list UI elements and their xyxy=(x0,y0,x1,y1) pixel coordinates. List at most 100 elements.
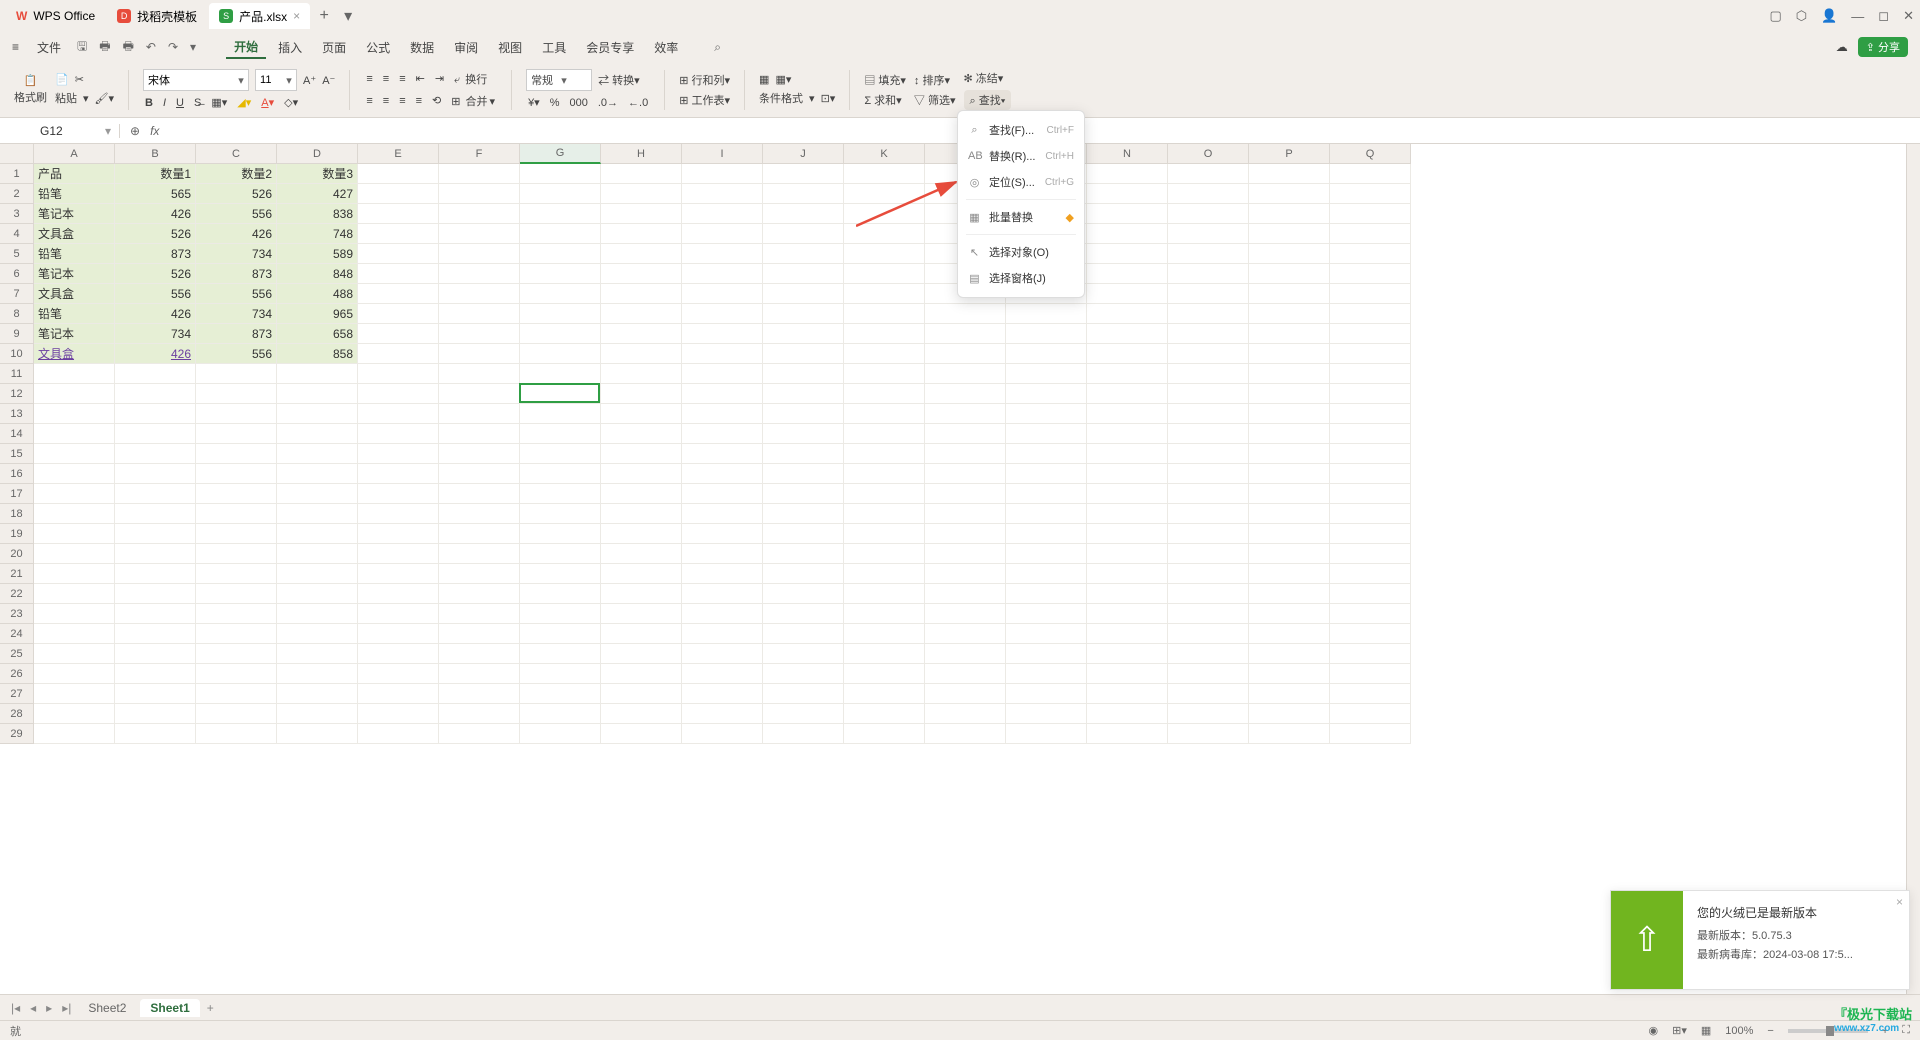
cell[interactable] xyxy=(358,164,439,184)
cell[interactable] xyxy=(763,444,844,464)
cell[interactable] xyxy=(1330,224,1411,244)
cell[interactable] xyxy=(844,604,925,624)
cell[interactable] xyxy=(601,264,682,284)
cell[interactable] xyxy=(1087,424,1168,444)
cell[interactable] xyxy=(277,564,358,584)
cell[interactable] xyxy=(601,224,682,244)
cell[interactable] xyxy=(844,384,925,404)
cell[interactable] xyxy=(601,524,682,544)
cell[interactable] xyxy=(277,724,358,744)
border-button[interactable]: ▦▾ xyxy=(209,95,229,110)
rowcol-button[interactable]: ⊞ 行和列▾ xyxy=(679,72,730,88)
cell[interactable] xyxy=(682,464,763,484)
minimize-icon[interactable]: — xyxy=(1851,9,1864,24)
cell[interactable] xyxy=(1168,484,1249,504)
cell[interactable] xyxy=(1168,164,1249,184)
cell[interactable] xyxy=(1087,684,1168,704)
cell[interactable] xyxy=(520,244,601,264)
cell[interactable] xyxy=(1330,624,1411,644)
cell[interactable] xyxy=(520,344,601,364)
cell[interactable] xyxy=(763,384,844,404)
cell[interactable] xyxy=(1168,404,1249,424)
cell[interactable] xyxy=(358,584,439,604)
cell[interactable] xyxy=(196,444,277,464)
cell[interactable] xyxy=(1006,484,1087,504)
tab-view[interactable]: 视图 xyxy=(490,37,530,58)
user-avatar-icon[interactable]: 👤 xyxy=(1821,8,1837,24)
cell[interactable] xyxy=(682,384,763,404)
indent-decrease-icon[interactable]: ⇤ xyxy=(414,71,427,86)
column-header[interactable]: G xyxy=(520,144,601,164)
cell[interactable] xyxy=(1006,384,1087,404)
sum-button[interactable]: Σ 求和▾ xyxy=(864,92,906,108)
cell[interactable] xyxy=(196,724,277,744)
column-header[interactable]: Q xyxy=(1330,144,1411,164)
cell[interactable] xyxy=(925,304,1006,324)
save-icon[interactable]: 🖫 xyxy=(73,35,91,60)
row-header[interactable]: 13 xyxy=(0,404,34,424)
cell[interactable] xyxy=(682,444,763,464)
cell[interactable] xyxy=(601,384,682,404)
cell[interactable] xyxy=(844,184,925,204)
chevron-down-icon[interactable]: ▾ xyxy=(282,74,296,87)
cell[interactable] xyxy=(1168,464,1249,484)
cell[interactable] xyxy=(1249,544,1330,564)
zoom-level[interactable]: 100% xyxy=(1725,1025,1753,1037)
cell[interactable] xyxy=(1087,244,1168,264)
cell[interactable] xyxy=(34,724,115,744)
cell[interactable] xyxy=(1006,564,1087,584)
cell[interactable] xyxy=(520,364,601,384)
column-header[interactable]: B xyxy=(115,144,196,164)
cell[interactable] xyxy=(1006,444,1087,464)
cell[interactable] xyxy=(1168,264,1249,284)
freeze-button[interactable]: ✻ 冻结▾ xyxy=(964,70,1012,86)
cell[interactable] xyxy=(601,184,682,204)
cell[interactable]: 文具盒 xyxy=(34,284,115,304)
cell[interactable] xyxy=(763,244,844,264)
cell[interactable] xyxy=(439,564,520,584)
cell[interactable] xyxy=(1087,164,1168,184)
cell[interactable] xyxy=(1330,664,1411,684)
cell[interactable] xyxy=(358,304,439,324)
cell[interactable] xyxy=(196,604,277,624)
cell[interactable] xyxy=(1168,244,1249,264)
row-header[interactable]: 6 xyxy=(0,264,34,284)
cell[interactable]: 铅笔 xyxy=(34,184,115,204)
column-header[interactable]: J xyxy=(763,144,844,164)
cell[interactable] xyxy=(520,404,601,424)
cell[interactable] xyxy=(682,564,763,584)
cell[interactable] xyxy=(115,544,196,564)
cell[interactable] xyxy=(601,564,682,584)
cell[interactable]: 铅笔 xyxy=(34,244,115,264)
dropdown-item[interactable]: ↖选择对象(O) xyxy=(958,239,1084,265)
cell[interactable] xyxy=(277,584,358,604)
tab-data[interactable]: 数据 xyxy=(402,37,442,58)
cell[interactable] xyxy=(1249,444,1330,464)
cell[interactable] xyxy=(439,544,520,564)
cell[interactable] xyxy=(358,664,439,684)
cell[interactable]: 526 xyxy=(196,184,277,204)
cell[interactable] xyxy=(601,364,682,384)
cell[interactable] xyxy=(1330,544,1411,564)
row-header[interactable]: 25 xyxy=(0,644,34,664)
italic-button[interactable]: I xyxy=(161,96,168,110)
cell[interactable] xyxy=(1330,364,1411,384)
dropdown-item[interactable]: ▦批量替换◆ xyxy=(958,204,1084,230)
cell[interactable]: 426 xyxy=(115,204,196,224)
cell[interactable] xyxy=(1249,244,1330,264)
cell[interactable] xyxy=(1330,264,1411,284)
cell[interactable] xyxy=(1330,324,1411,344)
row-header[interactable]: 9 xyxy=(0,324,34,344)
cell[interactable] xyxy=(1006,464,1087,484)
cell[interactable] xyxy=(1249,604,1330,624)
cell[interactable] xyxy=(763,364,844,384)
cell[interactable] xyxy=(1006,724,1087,744)
cell[interactable] xyxy=(277,484,358,504)
row-header[interactable]: 15 xyxy=(0,444,34,464)
cell[interactable] xyxy=(925,404,1006,424)
cell[interactable] xyxy=(844,664,925,684)
cell[interactable] xyxy=(925,584,1006,604)
cell[interactable] xyxy=(844,624,925,644)
cell[interactable] xyxy=(925,384,1006,404)
align-bottom-icon[interactable]: ≡ xyxy=(397,72,407,86)
